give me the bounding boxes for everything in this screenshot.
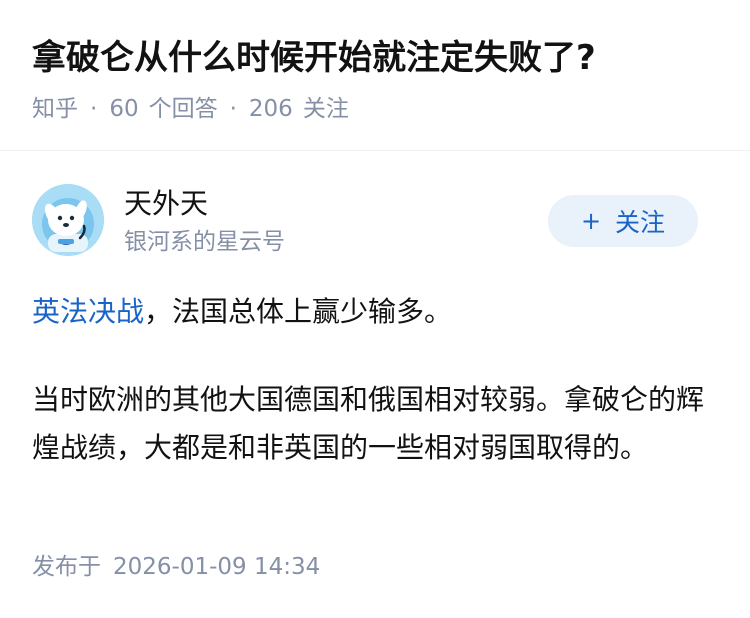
answer-page: 拿破仑从什么时候开始就注定失败了? 知乎 · 60 个回答 · 206 关注 天…	[0, 0, 750, 618]
follow-button[interactable]: + 关注	[548, 195, 698, 247]
author-row: 天外天 银河系的星云号 + 关注	[32, 184, 718, 260]
publish-datetime: 2026-01-09 14:34	[113, 554, 321, 580]
meta-separator: ·	[90, 96, 98, 122]
answer-paragraph: 英法决战，法国总体上赢少输多。	[32, 288, 718, 336]
answer-text: ，法国总体上赢少输多。	[144, 295, 453, 328]
author-name[interactable]: 天外天	[124, 186, 208, 222]
answer-body: 英法决战，法国总体上赢少输多。 当时欧洲的其他大国德国和俄国相对较弱。拿破仑的辉…	[32, 288, 718, 472]
question-header: 拿破仑从什么时候开始就注定失败了? 知乎 · 60 个回答 · 206 关注	[0, 0, 750, 151]
meta-separator: ·	[229, 96, 237, 122]
publish-label: 发布于	[32, 554, 101, 580]
topic-link[interactable]: 英法决战	[32, 295, 144, 328]
answers-label: 个回答	[148, 96, 218, 122]
followers-count: 206	[248, 96, 293, 122]
publish-time: 发布于 2026-01-09 14:34	[32, 550, 320, 584]
answers-count: 60	[109, 96, 139, 122]
dog-avatar-icon	[32, 184, 104, 256]
answer-paragraph: 当时欧洲的其他大国德国和俄国相对较弱。拿破仑的辉煌战绩，大都是和非英国的一些相对…	[32, 383, 705, 464]
author-avatar[interactable]	[32, 184, 104, 256]
question-meta: 知乎 · 60 个回答 · 206 关注	[32, 92, 349, 126]
follow-label: 关注	[615, 208, 666, 237]
plus-icon: +	[580, 207, 602, 235]
source-label[interactable]: 知乎	[32, 92, 78, 126]
question-title[interactable]: 拿破仑从什么时候开始就注定失败了?	[32, 34, 596, 82]
author-bio: 银河系的星云号	[124, 229, 285, 255]
followers-label: 关注	[302, 96, 349, 122]
